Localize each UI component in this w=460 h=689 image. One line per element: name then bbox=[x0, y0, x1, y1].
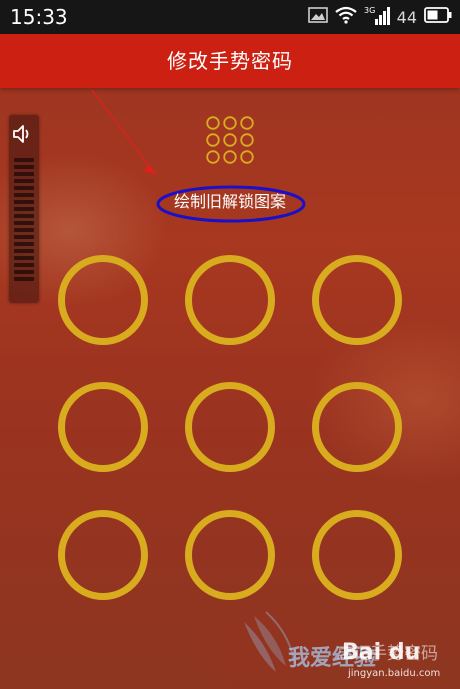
pattern-grid[interactable] bbox=[0, 0, 460, 689]
pattern-dot-1[interactable] bbox=[58, 255, 148, 345]
pattern-dot-9[interactable] bbox=[312, 510, 402, 600]
watermark-brand: Bai du bbox=[342, 640, 421, 665]
pattern-dot-7[interactable] bbox=[58, 510, 148, 600]
watermark: 我爱经验 Bai du jingyan.baidu.com bbox=[236, 602, 456, 689]
pattern-dot-2[interactable] bbox=[185, 255, 275, 345]
pattern-dot-6[interactable] bbox=[312, 382, 402, 472]
pattern-dot-3[interactable] bbox=[312, 255, 402, 345]
pattern-dot-5[interactable] bbox=[185, 382, 275, 472]
watermark-url: jingyan.baidu.com bbox=[348, 668, 441, 679]
pattern-dot-8[interactable] bbox=[185, 510, 275, 600]
pattern-dot-4[interactable] bbox=[58, 382, 148, 472]
